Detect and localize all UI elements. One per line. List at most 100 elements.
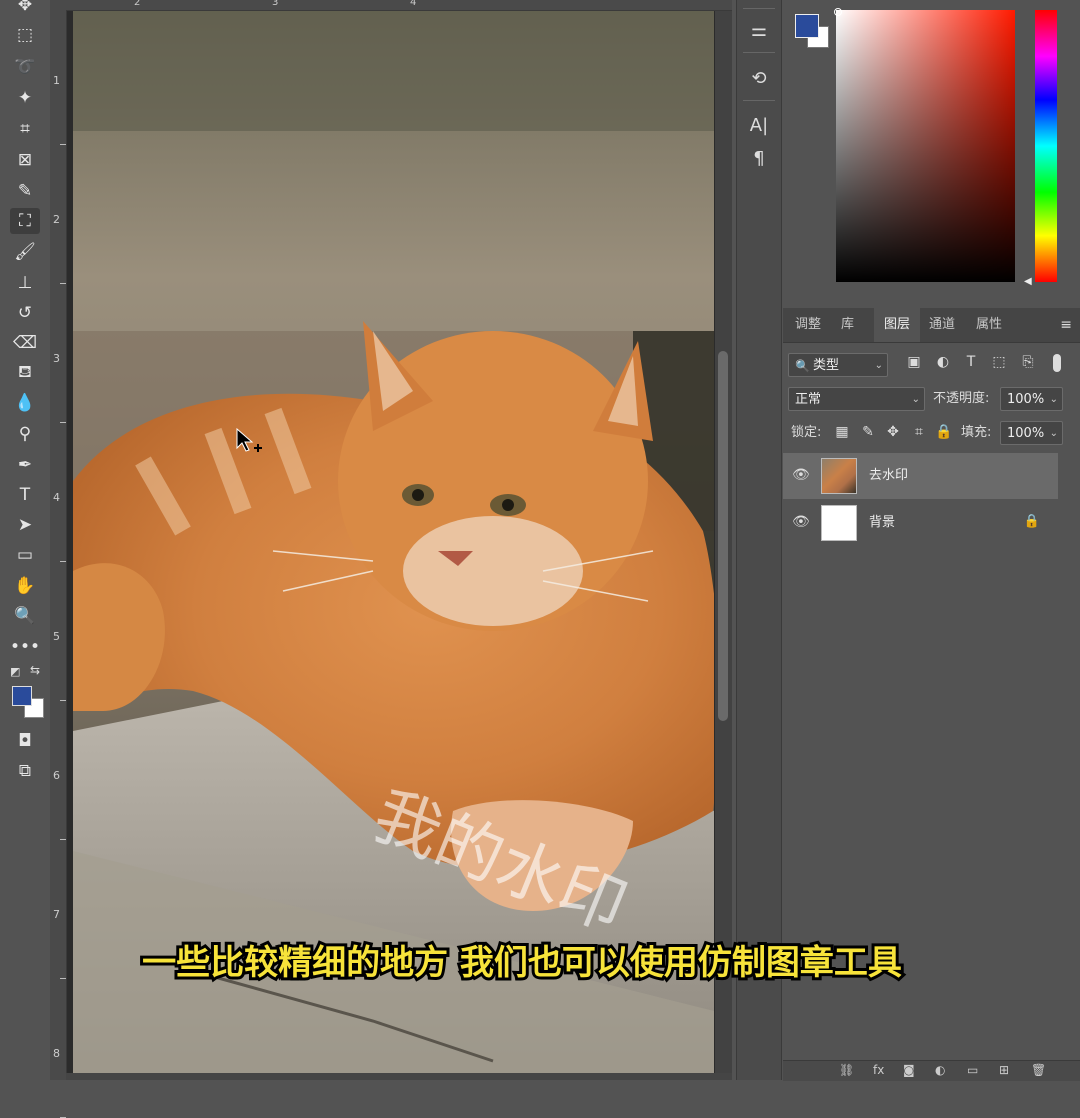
magic-wand-tool-icon[interactable]: ✦ bbox=[10, 85, 40, 111]
visibility-eye-icon[interactable]: 👁 bbox=[792, 514, 810, 530]
layer-style-icon[interactable]: fx bbox=[873, 1063, 884, 1077]
type-tool-icon[interactable]: T bbox=[10, 482, 40, 508]
color-picker-handle[interactable] bbox=[834, 8, 842, 16]
zoom-tool-icon[interactable]: 🔍 bbox=[10, 603, 40, 629]
chevron-down-icon: ⌄ bbox=[874, 360, 883, 371]
link-layers-icon[interactable]: ⛓ bbox=[839, 1063, 854, 1077]
layers-bottom-bar: ⛓ fx ◙ ◐ ▭ ⊞ 🗑 bbox=[783, 1060, 1080, 1081]
lock-pixels-icon[interactable]: ✎ bbox=[859, 424, 877, 440]
panel-dock: ⚌ ⟲ A| ¶ bbox=[736, 0, 782, 1080]
brush-tool-icon[interactable]: 🖌 bbox=[10, 239, 40, 265]
history-icon[interactable]: ⟲ bbox=[745, 64, 773, 92]
ruler-number: 3 bbox=[272, 0, 279, 8]
swap-colors-icon[interactable]: ⇆ bbox=[30, 663, 40, 677]
tab-libraries[interactable]: 库 bbox=[831, 308, 864, 342]
fill-field[interactable]: 100% ⌄ bbox=[1000, 421, 1063, 445]
ruler-tick bbox=[60, 422, 66, 423]
new-group-icon[interactable]: ▭ bbox=[967, 1063, 978, 1077]
delete-layer-icon[interactable]: 🗑 bbox=[1031, 1063, 1046, 1077]
ruler-number: 6 bbox=[53, 769, 60, 782]
more-tools-icon[interactable]: ••• bbox=[10, 634, 40, 660]
layer-lock-icon[interactable]: 🔒 bbox=[1024, 514, 1040, 529]
fill-value: 100% bbox=[1007, 426, 1045, 441]
ruler-tick bbox=[60, 839, 66, 840]
rectangle-tool-icon[interactable]: ▭ bbox=[10, 542, 40, 568]
ruler-number: 2 bbox=[53, 213, 60, 226]
hue-slider-handle-icon[interactable]: ◀ bbox=[1024, 276, 1032, 287]
type-filter-icon[interactable]: T bbox=[961, 354, 981, 370]
lock-artboard-icon[interactable]: ⌗ bbox=[910, 424, 928, 440]
lock-position-icon[interactable]: ✥ bbox=[884, 424, 902, 440]
crop-tool-icon[interactable]: ⌗ bbox=[10, 116, 40, 142]
adjustment-filter-icon[interactable]: ◐ bbox=[933, 354, 953, 370]
pixel-filter-icon[interactable]: ▣ bbox=[904, 354, 924, 370]
history-brush-tool-icon[interactable]: ↺ bbox=[10, 300, 40, 326]
blend-mode-select[interactable]: 正常 ⌄ bbox=[788, 387, 925, 411]
status-bar bbox=[66, 1073, 732, 1080]
pen-tool-icon[interactable]: ✒ bbox=[10, 452, 40, 478]
lock-all-icon[interactable]: 🔒 bbox=[935, 424, 953, 440]
tab-channels[interactable]: 通道 bbox=[919, 308, 965, 342]
vertical-scrollbar[interactable] bbox=[715, 11, 732, 1073]
ruler-number: 1 bbox=[53, 74, 60, 87]
color-field[interactable] bbox=[836, 10, 1015, 282]
blur-tool-icon[interactable]: 💧 bbox=[10, 390, 40, 416]
tab-adjustments[interactable]: 调整 bbox=[785, 308, 831, 342]
new-layer-icon[interactable]: ⊞ bbox=[999, 1063, 1009, 1077]
paint-bucket-tool-icon[interactable]: ⛾ bbox=[10, 360, 40, 386]
adjustment-layer-icon[interactable]: ◐ bbox=[935, 1063, 945, 1077]
tools-panel: ◩ ⇆ ✥ ⬚ ➰ ✦ ⌗ ⊠ ✎ ⛶ 🖌 ⊥ ↺ ⌫ ⛾ 💧 ⚲ ✒ T ➤ ▭ ✋ 🔍 ••• ◘ ⧉ bbox=[0, 0, 51, 1080]
layer-thumbnail bbox=[821, 505, 857, 541]
ruler-tick bbox=[60, 283, 66, 284]
scrollbar-thumb[interactable] bbox=[718, 351, 728, 721]
hand-tool-icon[interactable]: ✋ bbox=[10, 573, 40, 599]
ruler-number: 3 bbox=[53, 352, 60, 365]
paragraph-icon[interactable]: ¶ bbox=[745, 144, 773, 172]
foreground-color-swatch[interactable] bbox=[12, 686, 32, 706]
layer-filter-select[interactable]: 🔍 类型 ⌄ bbox=[788, 353, 888, 377]
subtitle-text: 一些比较精细的地方 我们也可以使用仿制图章工具 bbox=[142, 943, 902, 983]
marquee-tool-icon[interactable]: ⬚ bbox=[10, 22, 40, 48]
lasso-tool-icon[interactable]: ➰ bbox=[10, 54, 40, 80]
eyedropper-tool-icon[interactable]: ✎ bbox=[10, 178, 40, 204]
lock-transparent-icon[interactable]: ▦ bbox=[833, 424, 851, 440]
shape-filter-icon[interactable]: ⬚ bbox=[989, 354, 1009, 370]
screen-mode-icon[interactable]: ⧉ bbox=[10, 758, 40, 784]
adjust-icon[interactable]: ⚌ bbox=[745, 16, 773, 44]
tab-properties[interactable]: 属性 bbox=[966, 308, 1012, 342]
visibility-eye-icon[interactable]: 👁 bbox=[792, 467, 810, 483]
layer-name[interactable]: 去水印 bbox=[869, 453, 908, 499]
quick-mask-icon[interactable]: ◘ bbox=[10, 728, 40, 754]
blend-mode-value: 正常 bbox=[795, 392, 822, 407]
vertical-ruler: 1 2 3 4 5 6 7 8 bbox=[50, 0, 67, 1118]
layer-row-background[interactable]: 👁 背景 🔒 bbox=[783, 500, 1058, 546]
eraser-tool-icon[interactable]: ⌫ bbox=[10, 330, 40, 356]
opacity-label: 不透明度: bbox=[933, 391, 990, 406]
picker-foreground-swatch[interactable] bbox=[795, 14, 819, 38]
patch-tool-icon[interactable]: ⛶ bbox=[10, 208, 40, 234]
hue-slider[interactable] bbox=[1035, 10, 1057, 282]
ruler-number: 2 bbox=[134, 0, 141, 8]
opacity-field[interactable]: 100% ⌄ bbox=[1000, 387, 1063, 411]
smart-object-filter-icon[interactable]: ⎘ bbox=[1018, 354, 1038, 370]
move-tool-icon[interactable]: ✥ bbox=[10, 0, 40, 18]
add-mask-icon[interactable]: ◙ bbox=[903, 1063, 915, 1077]
chevron-down-icon: ⌄ bbox=[1049, 428, 1058, 439]
filter-toggle[interactable] bbox=[1053, 354, 1061, 372]
layer-thumbnail bbox=[821, 458, 857, 494]
tab-layers[interactable]: 图层 bbox=[874, 308, 921, 342]
dodge-tool-icon[interactable]: ⚲ bbox=[10, 421, 40, 447]
path-selection-tool-icon[interactable]: ➤ bbox=[10, 512, 40, 538]
ruler-number: 7 bbox=[53, 908, 60, 921]
default-colors-icon[interactable]: ◩ bbox=[10, 665, 20, 678]
character-icon[interactable]: A| bbox=[745, 111, 773, 139]
cat-image: 我的水印 bbox=[73, 11, 714, 1073]
panel-menu-icon[interactable]: ≡ bbox=[1060, 317, 1072, 333]
search-icon: 🔍 bbox=[795, 359, 810, 373]
frame-tool-icon[interactable]: ⊠ bbox=[10, 147, 40, 173]
layer-name[interactable]: 背景 bbox=[869, 500, 895, 546]
ruler-number: 5 bbox=[53, 630, 60, 643]
layer-row-remove-watermark[interactable]: 👁 去水印 bbox=[783, 453, 1058, 499]
clone-stamp-tool-icon[interactable]: ⊥ bbox=[10, 270, 40, 296]
cat-photo[interactable]: 我的水印 bbox=[73, 11, 714, 1073]
